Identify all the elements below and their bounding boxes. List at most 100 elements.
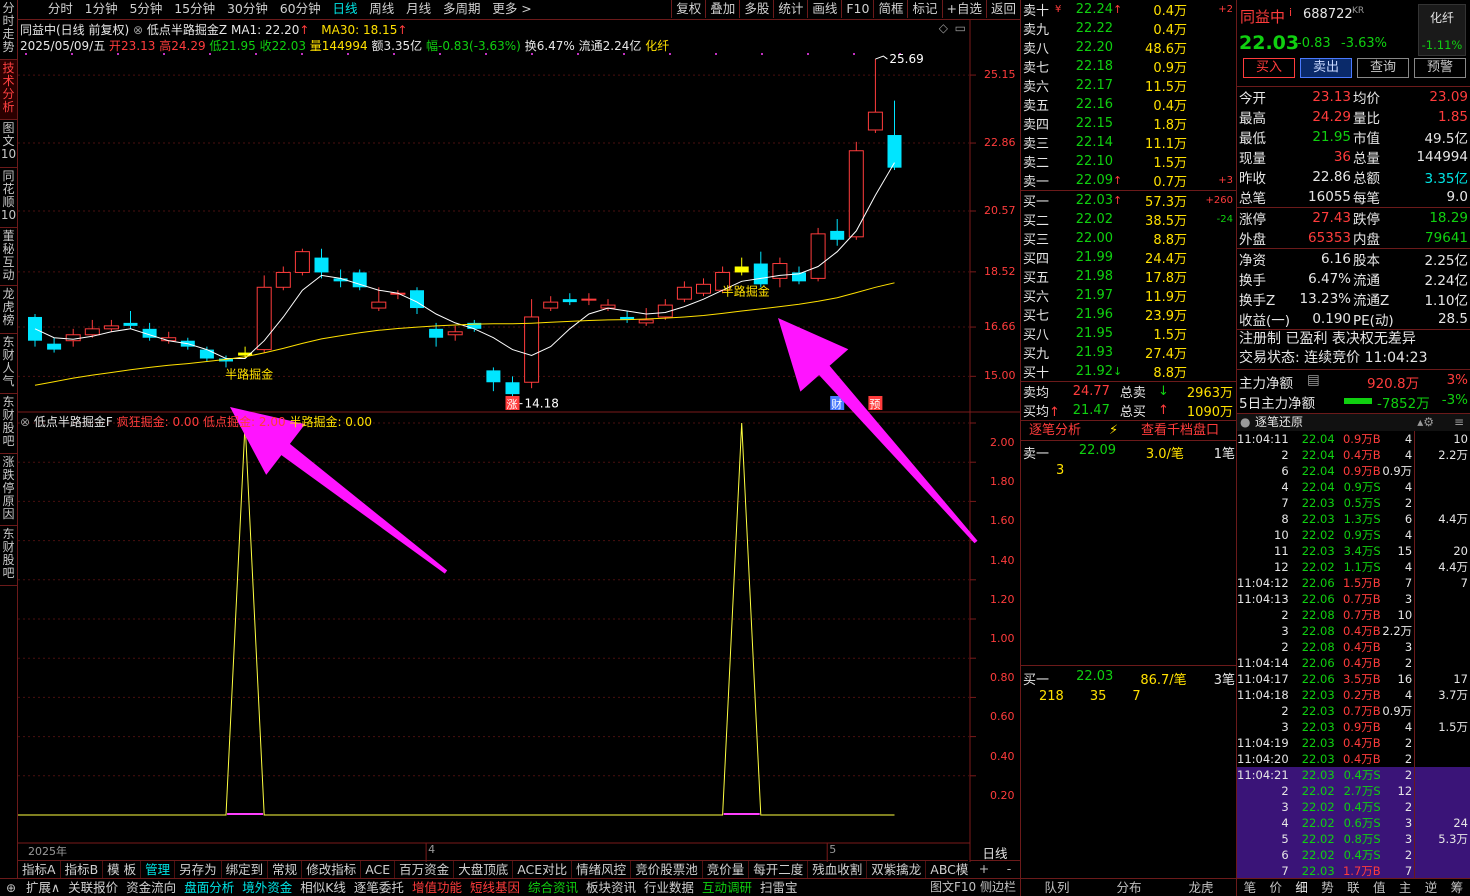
order-row[interactable]: 卖二 22.10 1.5万 bbox=[1021, 152, 1237, 171]
tick-row[interactable]: 11:04:12 22.06 1.5万B 7 7 bbox=[1237, 575, 1470, 591]
order-row[interactable]: 买一 22.03 ↑ 57.3万 +260 bbox=[1021, 191, 1237, 210]
buy-button[interactable]: 买入 bbox=[1243, 58, 1295, 78]
graphic-f10-link[interactable]: 图文F10 bbox=[930, 880, 976, 894]
tick-row[interactable]: 6 22.04 0.9万B 0.9万 bbox=[1237, 463, 1470, 479]
candle[interactable] bbox=[486, 367, 501, 392]
tab-sentiment[interactable]: 情绪风控 bbox=[572, 861, 632, 878]
candle[interactable] bbox=[47, 337, 62, 353]
tab-related-quote[interactable]: 关联报价 bbox=[64, 879, 122, 896]
candle[interactable] bbox=[314, 248, 329, 279]
tick-row[interactable]: 11:04:11 22.04 0.9万B 4 10 bbox=[1237, 431, 1470, 447]
tab-forum-2[interactable]: 东财股吧 bbox=[0, 526, 17, 586]
candle[interactable] bbox=[219, 355, 233, 368]
tab-extend[interactable]: 扩展∧ bbox=[22, 879, 64, 896]
tool-back[interactable]: 返回 bbox=[985, 0, 1020, 18]
tab-auction-pool[interactable]: 竞价股票池 bbox=[631, 861, 703, 878]
doc-icon[interactable]: ▤ bbox=[1307, 372, 1320, 388]
tab-main[interactable]: 主 bbox=[1399, 879, 1412, 896]
candle[interactable] bbox=[410, 287, 424, 314]
candle[interactable] bbox=[887, 100, 902, 171]
tick-row[interactable]: 12 22.02 1.1万S 4 4.4万 bbox=[1237, 559, 1470, 575]
tab-short-gene[interactable]: 短线基因 bbox=[466, 879, 524, 896]
period-tab[interactable]: 5分钟 bbox=[125, 0, 166, 18]
tab-template[interactable]: 模 板 bbox=[103, 861, 142, 878]
sub-indicator-name[interactable]: 低点半路掘金F bbox=[34, 415, 113, 429]
tab-manage[interactable]: 管理 bbox=[141, 861, 176, 878]
tick-row[interactable]: 7 22.03 1.7万B 7 bbox=[1237, 863, 1470, 879]
tick-row[interactable]: 6 22.02 0.4万S 2 bbox=[1237, 847, 1470, 863]
tick-row[interactable]: 3 22.08 0.4万B 2.2万 bbox=[1237, 623, 1470, 639]
tab-purple-dragon[interactable]: 双紫擒龙 bbox=[867, 861, 927, 878]
tab-auction-volume[interactable]: 竞价量 bbox=[703, 861, 750, 878]
tab-industry-data[interactable]: 行业数据 bbox=[640, 879, 698, 896]
tool-overlay[interactable]: 叠加 bbox=[705, 0, 739, 18]
tick-row[interactable]: 3 22.03 0.9万B 4 1.5万 bbox=[1237, 719, 1470, 735]
tab-timeshare[interactable]: 分时走势 bbox=[0, 0, 17, 60]
sidebar-toggle[interactable]: 侧边栏 bbox=[980, 880, 1016, 894]
tick-row[interactable]: 5 22.02 0.8万S 3 5.3万 bbox=[1237, 831, 1470, 847]
candle[interactable] bbox=[581, 293, 597, 306]
candle[interactable] bbox=[142, 322, 157, 341]
tab-double-open[interactable]: 每开二度 bbox=[749, 861, 809, 878]
tab-distribution[interactable]: 分布 bbox=[1116, 879, 1141, 896]
tool-draw[interactable]: 画线 bbox=[807, 0, 841, 18]
candle[interactable] bbox=[753, 251, 768, 288]
tab-order-detail[interactable]: 逐笔委托 bbox=[350, 879, 408, 896]
close-icon[interactable]: ⊗ bbox=[20, 415, 30, 429]
tick-row[interactable]: 4 22.02 0.6万S 3 24 bbox=[1237, 815, 1470, 831]
tick-row[interactable]: 7 22.03 0.5万S 2 bbox=[1237, 495, 1470, 511]
period-tab[interactable]: 60分钟 bbox=[276, 0, 325, 18]
candle[interactable] bbox=[792, 266, 806, 285]
period-more[interactable]: 更多 > bbox=[488, 0, 535, 18]
tab-secretary[interactable]: 董秘互动 bbox=[0, 228, 17, 286]
candle[interactable] bbox=[867, 59, 883, 133]
candle[interactable] bbox=[28, 313, 42, 347]
order-row[interactable]: 买十 21.92 ↓ 8.8万 bbox=[1021, 362, 1237, 381]
tick-row[interactable]: 2 22.08 0.4万B 3 bbox=[1237, 639, 1470, 655]
alert-button[interactable]: 预警 bbox=[1414, 58, 1466, 78]
sell-button[interactable]: 卖出 bbox=[1300, 58, 1352, 78]
tool-stats[interactable]: 统计 bbox=[773, 0, 807, 18]
order-analysis-title[interactable]: 逐笔分析 bbox=[1029, 421, 1081, 440]
tab-forum[interactable]: 东财股吧 bbox=[0, 394, 17, 454]
tab-risk-scan[interactable]: 扫雷宝 bbox=[756, 879, 802, 896]
candle[interactable] bbox=[734, 257, 749, 276]
kline-chart[interactable]: 25.6914.18半路掘金半路掘金涨财预 bbox=[18, 20, 1020, 862]
tick-row[interactable]: 11:04:20 22.03 0.4万B 2 bbox=[1237, 751, 1470, 767]
candle[interactable] bbox=[657, 299, 673, 320]
period-tab[interactable]: 分时 bbox=[44, 0, 77, 18]
tick-row[interactable]: 2 22.02 2.7万S 12 bbox=[1237, 783, 1470, 799]
tick-row[interactable]: 11:04:21 22.03 0.4万S 2 bbox=[1237, 767, 1470, 783]
tab-ths-f10[interactable]: 同花顺10 bbox=[0, 168, 17, 228]
period-tab[interactable]: 30分钟 bbox=[223, 0, 272, 18]
tick-row[interactable]: 10 22.02 0.9万S 4 bbox=[1237, 527, 1470, 543]
filter-icon[interactable]: ▴⚙ bbox=[1417, 414, 1434, 431]
order-row[interactable]: 卖三 22.14 11.1万 bbox=[1021, 133, 1237, 152]
tool-mark[interactable]: 标记 bbox=[907, 0, 941, 18]
tab-harvest[interactable]: 残血收割 bbox=[808, 861, 868, 878]
period-tab[interactable]: 1分钟 bbox=[81, 0, 122, 18]
order-row[interactable]: 买七 21.96 23.9万 bbox=[1021, 305, 1237, 324]
period-tab[interactable]: 多周期 bbox=[439, 0, 485, 18]
tab-chips[interactable]: 筹 bbox=[1451, 879, 1464, 896]
tab-similar-kline[interactable]: 相似K线 bbox=[296, 879, 350, 896]
candle[interactable] bbox=[638, 308, 654, 326]
candle[interactable] bbox=[103, 319, 119, 332]
tab-save-as[interactable]: 另存为 bbox=[175, 861, 222, 878]
zoom-out-button[interactable]: - bbox=[1007, 861, 1012, 877]
order-row[interactable]: 卖五 22.16 0.4万 bbox=[1021, 95, 1237, 114]
period-tab[interactable]: 月线 bbox=[402, 0, 435, 18]
tick-row[interactable]: 4 22.04 0.9万S 4 bbox=[1237, 479, 1470, 495]
tool-f10[interactable]: F10 bbox=[841, 0, 873, 18]
tab-interactive[interactable]: 互动调研 bbox=[698, 879, 756, 896]
tab-tick[interactable]: 笔 bbox=[1244, 879, 1257, 896]
period-tab-daily[interactable]: 日线 bbox=[328, 0, 361, 18]
tab-million-fund[interactable]: 百万资金 bbox=[395, 861, 455, 878]
candle[interactable] bbox=[810, 227, 826, 282]
order-row[interactable]: 卖九 22.22 0.4万 bbox=[1021, 19, 1237, 38]
tab-indicator-b[interactable]: 指标B bbox=[61, 861, 104, 878]
candle[interactable] bbox=[65, 328, 81, 347]
tab-bind[interactable]: 绑定到 bbox=[222, 861, 269, 878]
tab-value[interactable]: 值 bbox=[1373, 879, 1386, 896]
order-row[interactable]: 卖一 22.09 ↑ 0.7万 +3 bbox=[1021, 171, 1237, 190]
